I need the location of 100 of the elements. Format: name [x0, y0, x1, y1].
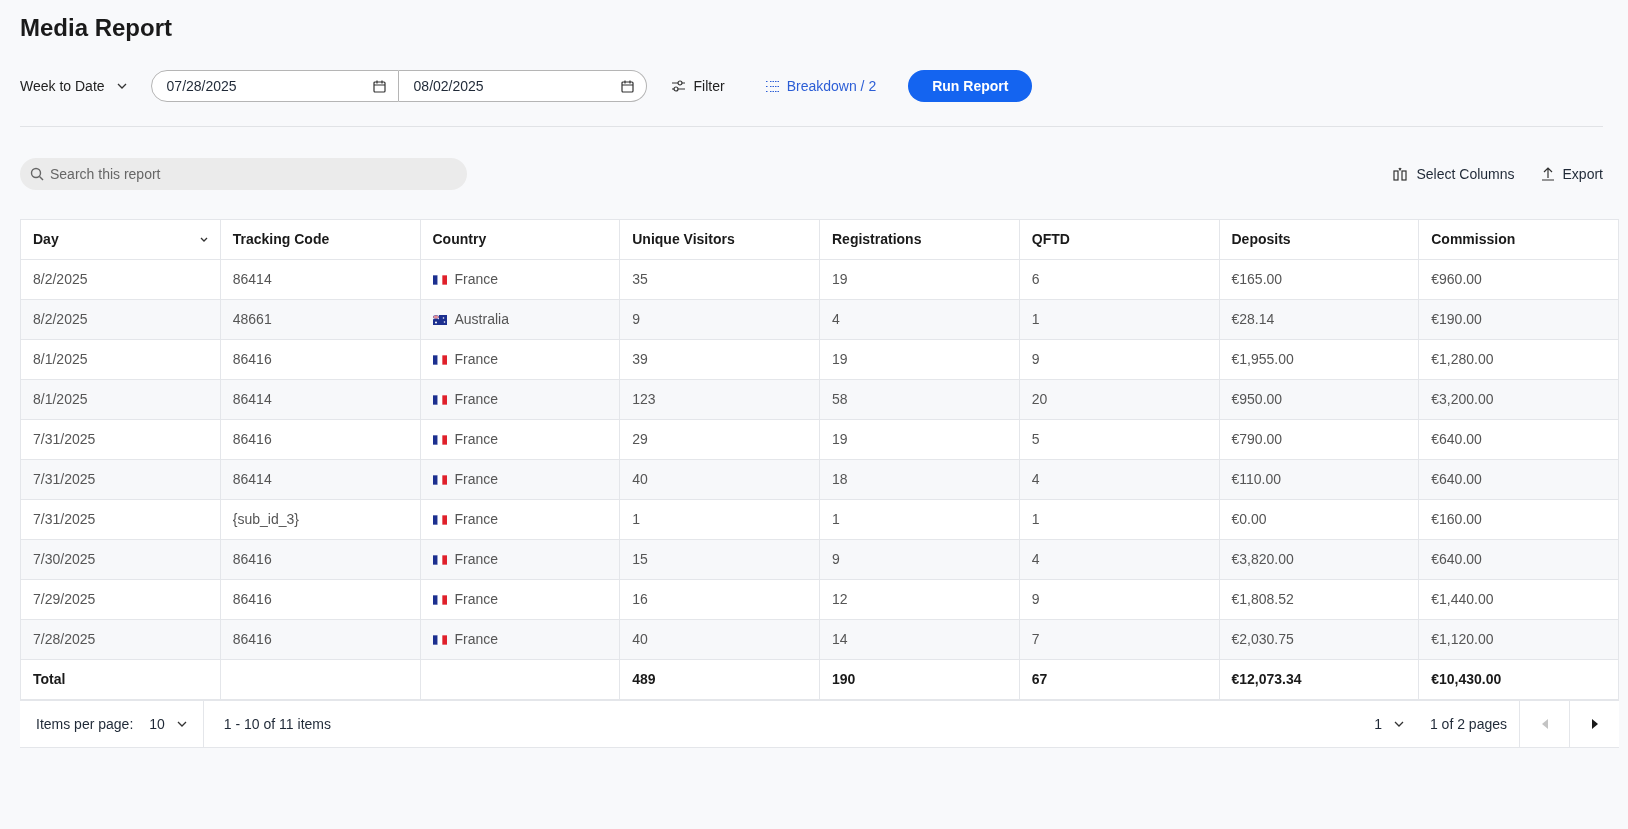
- table-cell: 9: [619, 299, 820, 340]
- table-cell: 58: [819, 379, 1020, 420]
- end-date-field[interactable]: 08/02/2025: [398, 70, 647, 102]
- table-cell: €1,808.52: [1219, 579, 1419, 620]
- columns-icon: [1393, 167, 1409, 181]
- table-cell: 1: [619, 499, 820, 540]
- table-cell: 8/1/2025: [20, 379, 221, 420]
- total-cell: €12,073.34: [1219, 659, 1419, 700]
- filter-button[interactable]: Filter: [670, 75, 725, 97]
- select-columns-button[interactable]: Select Columns: [1393, 163, 1515, 185]
- table-cell-text: France: [454, 550, 499, 569]
- table-cell: €160.00: [1418, 499, 1619, 540]
- items-per-page-label: Items per page:: [36, 714, 134, 734]
- table-cell: 86414: [220, 259, 420, 300]
- table-cell: €790.00: [1219, 419, 1419, 460]
- page-count-text: 1 of 2 pages: [1429, 714, 1507, 734]
- table-cell: 39: [619, 339, 820, 380]
- column-header[interactable]: Deposits: [1219, 219, 1419, 260]
- column-header[interactable]: Commission: [1418, 219, 1619, 260]
- table-cell: 19: [819, 259, 1020, 300]
- table-cell: 40: [619, 459, 820, 500]
- table-cell-text: France: [454, 630, 499, 649]
- table-cell: 86416: [220, 579, 420, 620]
- breakdown-button[interactable]: Breakdown / 2: [764, 75, 877, 97]
- table-cell: 6: [1019, 259, 1219, 300]
- table-cell: €2,030.75: [1219, 619, 1419, 660]
- table-cell: €190.00: [1418, 299, 1619, 340]
- table-cell: €3,820.00: [1219, 539, 1419, 580]
- table-cell: 9: [819, 539, 1020, 580]
- page-size-dropdown[interactable]: 10: [149, 713, 187, 735]
- flag-icon: [432, 354, 447, 365]
- table-cell: 35: [619, 259, 820, 300]
- table-cell: €640.00: [1418, 459, 1619, 500]
- table-cell: 86414: [220, 379, 420, 420]
- search-field[interactable]: Search this report: [20, 158, 467, 190]
- column-header[interactable]: QFTD: [1019, 219, 1219, 260]
- table-cell: 18: [819, 459, 1020, 500]
- column-header[interactable]: Tracking Code: [220, 219, 420, 260]
- table-cell: 7/29/2025: [20, 579, 221, 620]
- flag-icon: [432, 274, 447, 285]
- range-dropdown[interactable]: Week to Date: [20, 75, 127, 97]
- table-cell-text: France: [454, 390, 499, 409]
- flag-icon: [432, 314, 447, 325]
- table-cell: 14: [819, 619, 1020, 660]
- table-cell-text: France: [454, 590, 499, 609]
- table-cell: €640.00: [1418, 419, 1619, 460]
- table-cell: 5: [1019, 419, 1219, 460]
- table-cell: 4: [1019, 459, 1219, 500]
- table-cell: 8/2/2025: [20, 259, 221, 300]
- table-cell: 7/28/2025: [20, 619, 221, 660]
- export-button[interactable]: Export: [1540, 163, 1603, 185]
- calendar-icon: [620, 79, 634, 93]
- flag-icon: [432, 634, 447, 645]
- total-cell: €10,430.00: [1418, 659, 1619, 700]
- column-header[interactable]: Unique Visitors: [619, 219, 820, 260]
- table-cell: €1,955.00: [1219, 339, 1419, 380]
- table-cell: 4: [819, 299, 1020, 340]
- chevron-down-icon: [1393, 721, 1404, 727]
- search-icon: [30, 167, 44, 181]
- run-report-button[interactable]: Run Report: [908, 70, 1033, 102]
- table-cell: 86416: [220, 339, 420, 380]
- table-cell: 1: [1019, 499, 1219, 540]
- table-cell: €0.00: [1219, 499, 1419, 540]
- column-header[interactable]: Country: [420, 219, 620, 260]
- table-cell: 86414: [220, 459, 420, 500]
- table-cell: 7/31/2025: [20, 499, 221, 540]
- upload-icon: [1540, 167, 1555, 181]
- table-cell: 8/2/2025: [20, 299, 221, 340]
- table-cell: 123: [619, 379, 820, 420]
- calendar-icon: [372, 79, 386, 93]
- table-cell: 7: [1019, 619, 1219, 660]
- table-cell-text: France: [454, 350, 499, 369]
- table-cell: 4: [1019, 539, 1219, 580]
- table-cell: 20: [1019, 379, 1219, 420]
- table-cell: 1: [1019, 299, 1219, 340]
- start-date-field[interactable]: 07/28/2025: [150, 70, 399, 102]
- triangle-left-icon: [1541, 719, 1548, 729]
- column-header[interactable]: Day: [20, 219, 221, 260]
- table-cell: 48661: [220, 299, 420, 340]
- table-cell: {sub_id_3}: [220, 499, 420, 540]
- column-header[interactable]: Registrations: [819, 219, 1020, 260]
- table-cell: €1,440.00: [1418, 579, 1619, 620]
- flag-icon: [432, 594, 447, 605]
- table-cell: 7/31/2025: [20, 419, 221, 460]
- sort-chevron-icon: [199, 237, 208, 242]
- table-cell: €960.00: [1418, 259, 1619, 300]
- chevron-down-icon: [176, 721, 187, 727]
- page-dropdown[interactable]: 1: [1374, 713, 1404, 735]
- table-cell: 1: [819, 499, 1020, 540]
- table-cell: €110.00: [1219, 459, 1419, 500]
- table-cell: 7/31/2025: [20, 459, 221, 500]
- table-cell: 15: [619, 539, 820, 580]
- table-cell: 9: [1019, 339, 1219, 380]
- table-cell: €3,200.00: [1418, 379, 1619, 420]
- flag-icon: [432, 554, 447, 565]
- item-range-text: 1 - 10 of 11 items: [223, 714, 331, 734]
- triangle-right-icon: [1591, 719, 1598, 729]
- total-cell: Total: [20, 659, 221, 700]
- total-cell: 489: [619, 659, 820, 700]
- total-cell: 190: [819, 659, 1020, 700]
